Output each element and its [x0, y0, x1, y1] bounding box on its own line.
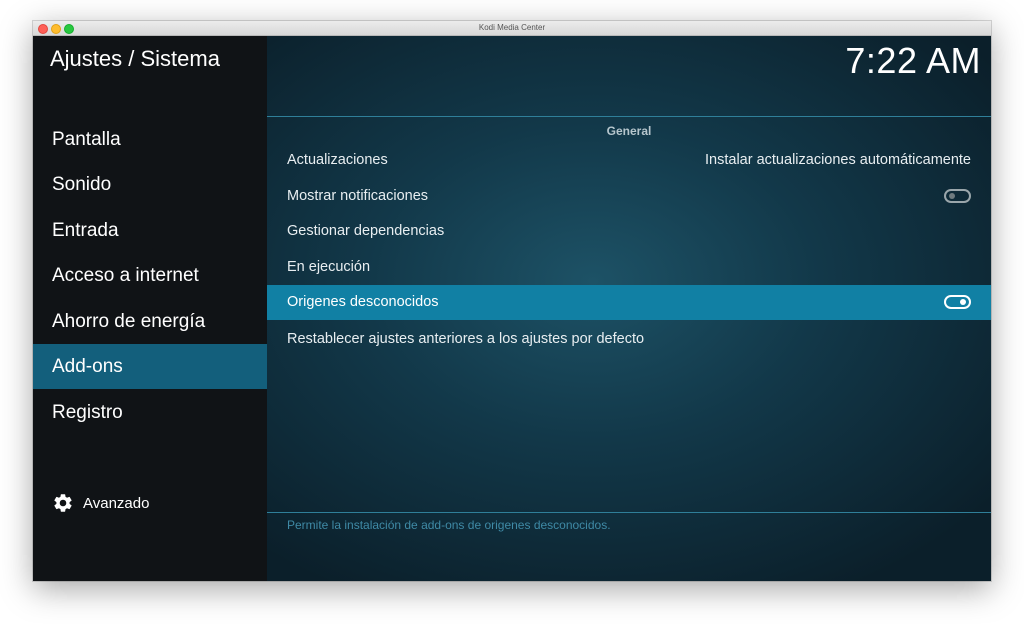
sidebar-item-acceso-internet[interactable]: Acceso a internet [33, 253, 267, 298]
app-window: Kodi Media Center Ajustes / Sistema Pant… [33, 21, 991, 581]
divider [267, 116, 991, 117]
toggle-knob [949, 193, 955, 199]
setting-label: Restablecer ajustes anteriores a los aju… [287, 331, 645, 347]
setting-row-mostrar-notificaciones[interactable]: Mostrar notificaciones [267, 179, 991, 214]
setting-description: Permite la instalación de add-ons de ori… [287, 518, 611, 532]
setting-label: En ejecución [287, 259, 371, 275]
sidebar-item-pantalla[interactable]: Pantalla [33, 117, 267, 162]
section-heading: General [606, 124, 652, 138]
setting-label: Gestionar dependencias [287, 223, 445, 239]
settings-panel: 7:22 AM General Actualizaciones Instalar… [267, 36, 991, 581]
gear-icon [54, 494, 72, 512]
setting-label: Mostrar notificaciones [287, 188, 429, 204]
setting-row-restablecer[interactable]: Restablecer ajustes anteriores a los aju… [267, 322, 991, 357]
sidebar-item-add-ons[interactable]: Add-ons [33, 344, 267, 389]
setting-row-actualizaciones[interactable]: Actualizaciones Instalar actualizaciones… [267, 143, 991, 178]
sidebar-item-registro[interactable]: Registro [33, 390, 267, 435]
setting-value: Instalar actualizaciones automáticamente [705, 152, 971, 168]
sidebar-item-sonido[interactable]: Sonido [33, 162, 267, 207]
setting-row-en-ejecucion[interactable]: En ejecución [267, 250, 991, 285]
sidebar: Ajustes / Sistema Pantalla Sonido Entrad… [33, 36, 267, 581]
clock: 7:22 AM [845, 40, 981, 81]
unknown-sources-toggle[interactable] [944, 295, 971, 309]
page-title: Ajustes / Sistema [50, 46, 220, 71]
advanced-settings-button[interactable]: Avanzado [52, 491, 149, 515]
setting-label: Origenes desconocidos [287, 294, 439, 310]
toggle-knob [960, 299, 966, 305]
advanced-label: Avanzado [83, 494, 150, 512]
setting-row-origenes-desconocidos[interactable]: Origenes desconocidos [267, 285, 991, 320]
divider [267, 512, 991, 513]
title-bar: Kodi Media Center [33, 21, 991, 36]
kodi-app: Ajustes / Sistema Pantalla Sonido Entrad… [33, 36, 991, 581]
sidebar-item-ahorro-energia[interactable]: Ahorro de energía [33, 299, 267, 344]
setting-row-gestionar-dependencias[interactable]: Gestionar dependencias [267, 214, 991, 249]
window-title: Kodi Media Center [478, 23, 546, 32]
setting-label: Actualizaciones [287, 152, 388, 168]
sidebar-item-entrada[interactable]: Entrada [33, 208, 267, 253]
notifications-toggle[interactable] [944, 189, 971, 203]
